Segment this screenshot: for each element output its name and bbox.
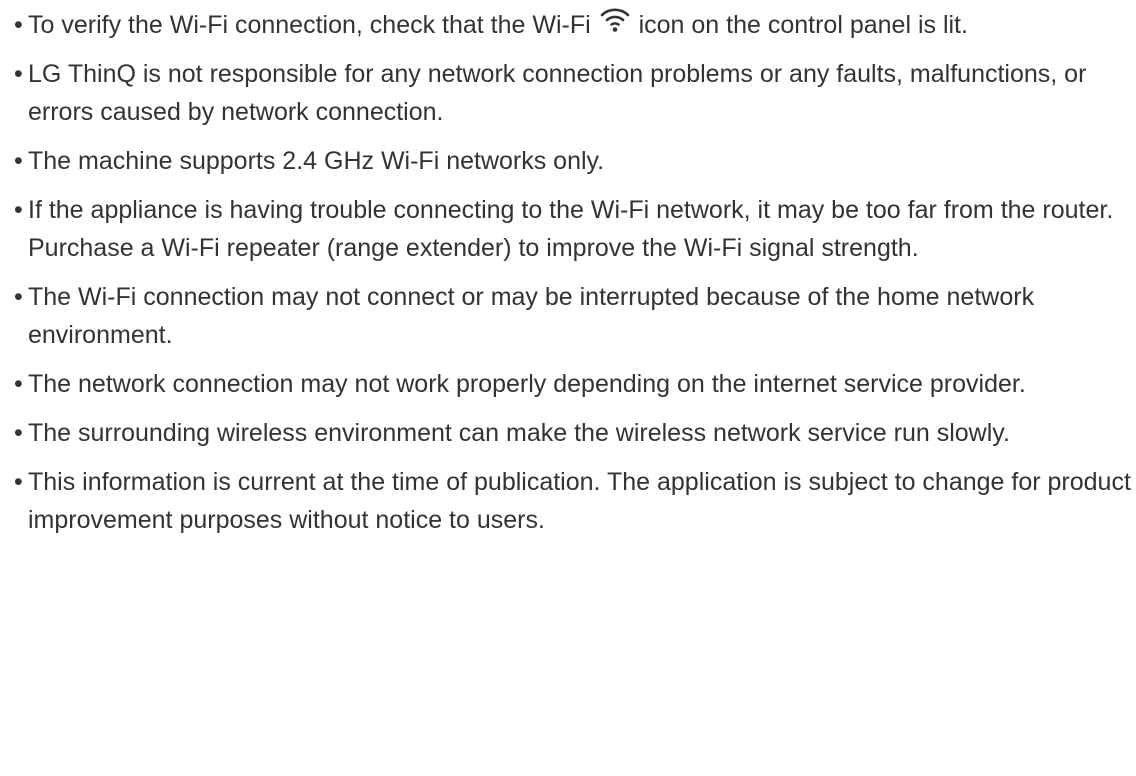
list-item-wifi-verify: • To verify the Wi-Fi connection, check …: [14, 6, 1132, 44]
note-text: The machine supports 2.4 GHz Wi-Fi netwo…: [28, 147, 605, 175]
bullet: •: [14, 419, 23, 447]
notes-list: • To verify the Wi-Fi connection, check …: [0, 0, 1132, 539]
list-item-publication: • This information is current at the tim…: [14, 463, 1132, 539]
bullet: •: [14, 468, 23, 496]
bullet: •: [14, 283, 23, 311]
list-item-isp: • The network connection may not work pr…: [14, 365, 1132, 403]
list-item-not-responsible: • LG ThinQ is not responsible for any ne…: [14, 55, 1132, 131]
note-text: This information is current at the time …: [28, 468, 1131, 534]
bullet: •: [14, 60, 23, 88]
bullet: •: [14, 11, 23, 39]
bullet: •: [14, 370, 23, 398]
list-item-2-4ghz: • The machine supports 2.4 GHz Wi-Fi net…: [14, 142, 1132, 180]
note-text: icon on the control panel is lit.: [638, 11, 968, 39]
wifi-icon: [600, 3, 630, 33]
note-text: To verify the Wi-Fi connection, check th…: [28, 11, 591, 39]
list-item-range-extender: • If the appliance is having trouble con…: [14, 191, 1132, 267]
bullet: •: [14, 147, 23, 175]
bullet: •: [14, 196, 23, 224]
note-text: LG ThinQ is not responsible for any netw…: [28, 60, 1087, 126]
note-text: The network connection may not work prop…: [28, 370, 1026, 398]
list-item-home-network: • The Wi-Fi connection may not connect o…: [14, 278, 1132, 354]
note-text: If the appliance is having trouble conne…: [28, 196, 1114, 262]
note-text: The surrounding wireless environment can…: [28, 419, 1010, 447]
note-text: The Wi-Fi connection may not connect or …: [28, 283, 1035, 349]
list-item-wireless-environment: • The surrounding wireless environment c…: [14, 414, 1132, 452]
